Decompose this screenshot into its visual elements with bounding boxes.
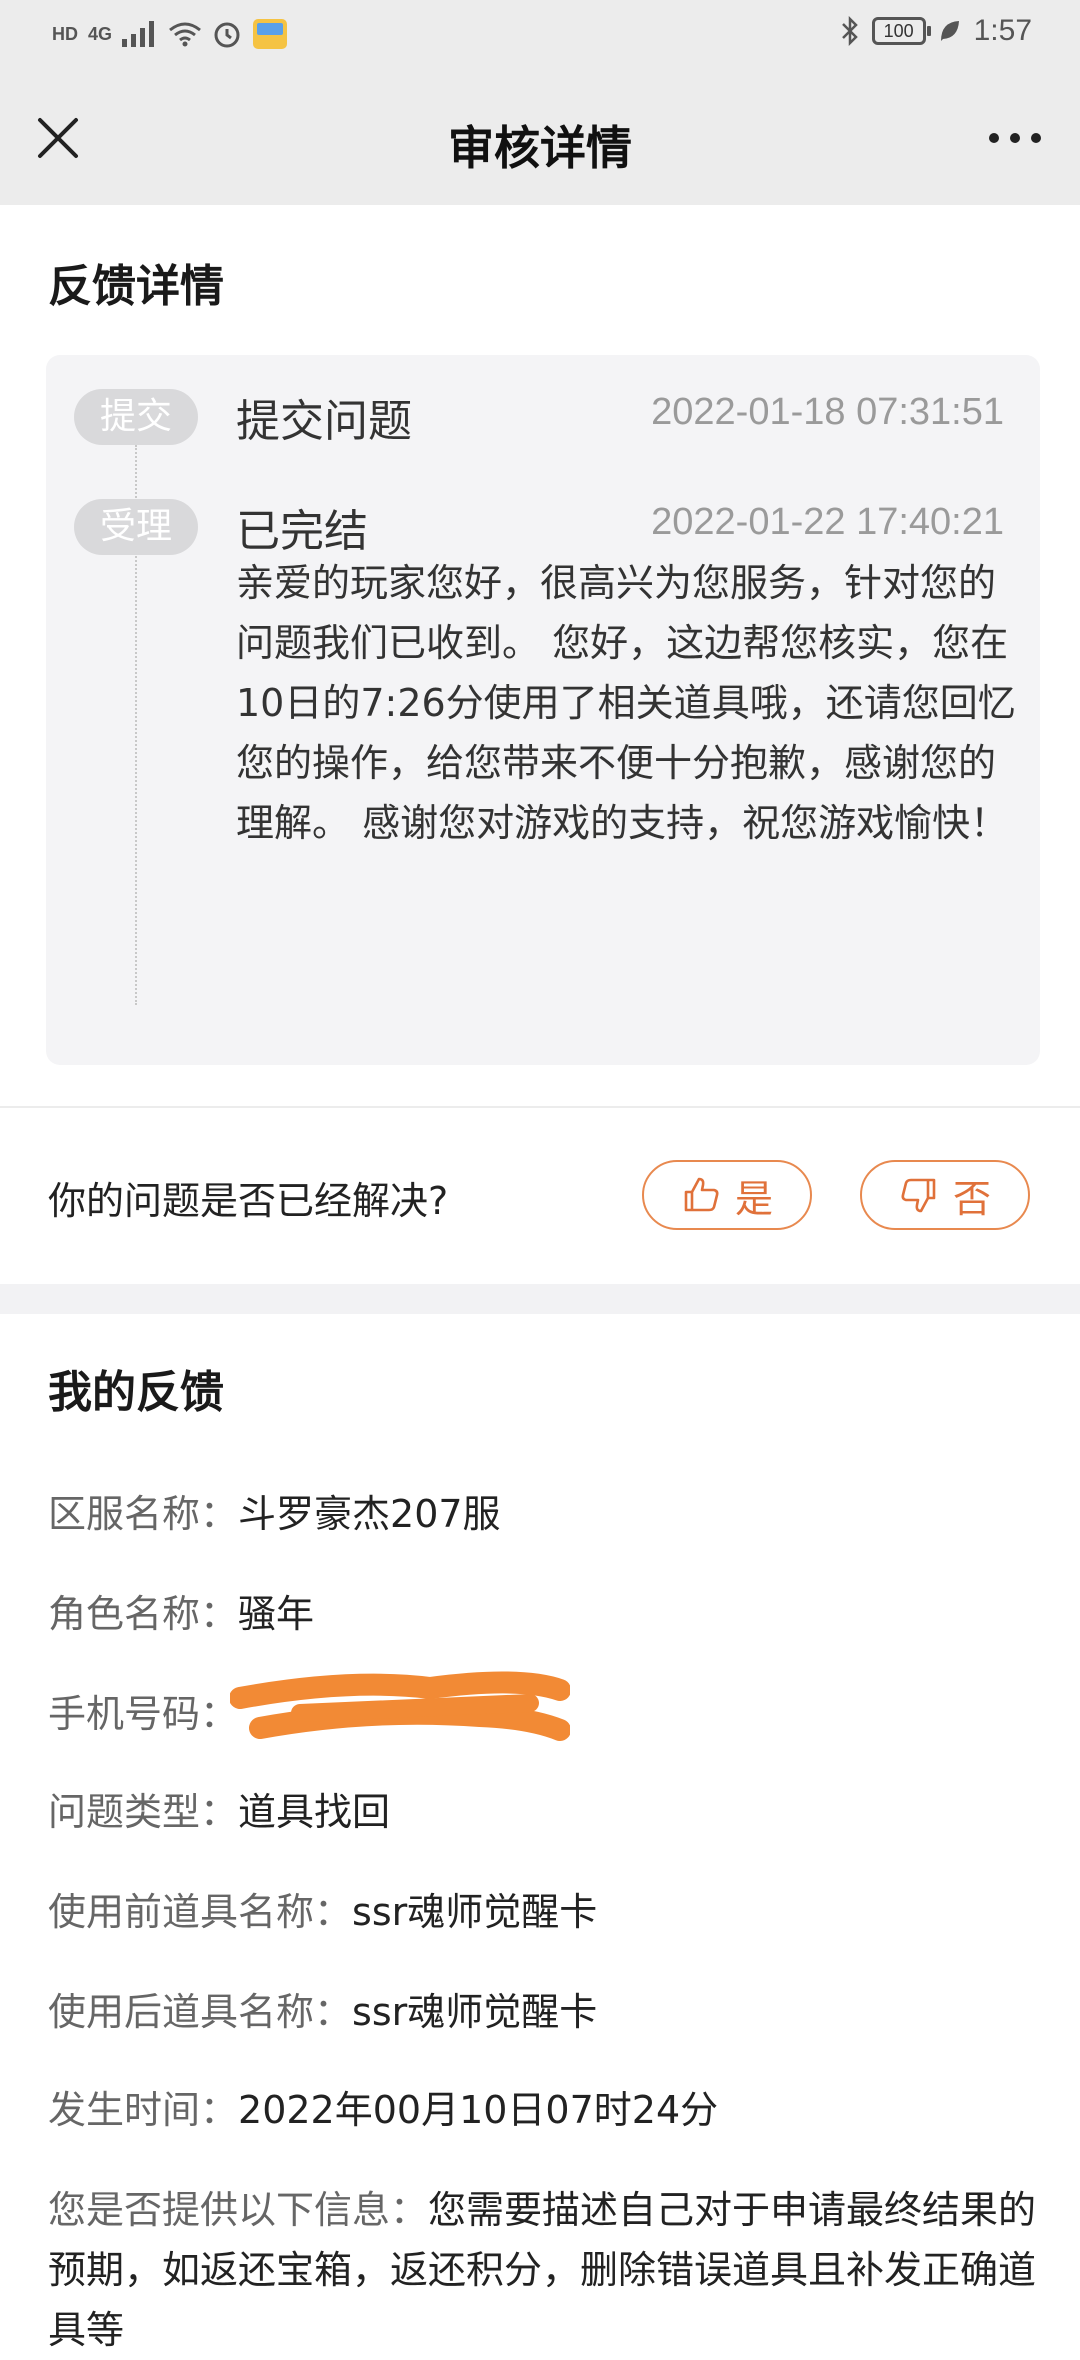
resolution-question: 你的问题是否已经解决? — [48, 1179, 449, 1223]
page-title: 审核详情 — [448, 121, 632, 175]
field-value: 骚年 — [238, 1592, 315, 1636]
resolved-no-label: 否 — [952, 1176, 991, 1221]
status-bar: HD 4G 100 1:57 — [0, 0, 1080, 72]
alarm-icon — [214, 22, 240, 48]
field-item-before: 使用前道具名称：ssr魂师觉醒卡 — [48, 1882, 1038, 1942]
field-value: 道具找回 — [238, 1790, 391, 1834]
my-feedback-heading: 我的反馈 — [48, 1367, 224, 1418]
timeline-badge-submit: 提交 — [74, 389, 198, 445]
timeline-reply-text: 亲爱的玩家您好，很高兴为您服务，针对您的问题我们已收到。 您好，这边帮您核实，您… — [236, 561, 1016, 845]
resolved-yes-label: 是 — [734, 1176, 773, 1221]
field-label: 角色名称： — [48, 1592, 239, 1636]
network-type-indicator: 4G — [88, 23, 113, 44]
status-left-indicators: HD 4G — [52, 18, 288, 50]
field-value: ssr魂师觉醒卡 — [352, 1890, 598, 1934]
field-item-after: 使用后道具名称：ssr魂师觉醒卡 — [48, 1982, 1038, 2042]
field-label: 使用后道具名称： — [48, 1990, 353, 2034]
signal-icon — [122, 21, 155, 47]
redaction-scribble — [230, 1671, 570, 1741]
field-label: 发生时间： — [48, 2088, 239, 2132]
app-notification-icon — [253, 19, 288, 49]
wifi-icon — [169, 22, 201, 47]
field-label: 您是否提供以下信息： — [48, 2188, 429, 2232]
field-role-name: 角色名称：骚年 — [48, 1584, 1038, 1644]
feedback-detail-heading: 反馈详情 — [48, 261, 224, 312]
field-issue-type: 问题类型：道具找回 — [48, 1782, 1038, 1842]
field-server-name: 区服名称：斗罗豪杰207服 — [48, 1484, 1038, 1544]
bluetooth-icon — [841, 15, 858, 47]
thumbs-down-icon — [901, 1178, 936, 1213]
field-label: 问题类型： — [48, 1790, 239, 1834]
field-value: ssr魂师觉醒卡 — [352, 1990, 598, 2034]
section-separator-band — [0, 1284, 1080, 1314]
more-options-icon[interactable] — [980, 108, 1050, 168]
resolved-no-button[interactable]: 否 — [860, 1160, 1030, 1230]
field-label: 使用前道具名称： — [48, 1890, 353, 1934]
leaf-icon — [940, 21, 959, 41]
timeline-card: 提交 提交问题 2022-01-18 07:31:51 受理 已完结 2022-… — [46, 355, 1040, 1065]
field-value: 2022年00月10日07时24分 — [238, 2088, 719, 2132]
section-divider — [0, 1106, 1080, 1108]
field-value: 斗罗豪杰207服 — [238, 1492, 501, 1536]
field-occurred-time: 发生时间：2022年00月10日07时24分 — [48, 2080, 1038, 2140]
field-label: 区服名称： — [48, 1492, 239, 1536]
timeline-title-accept: 已完结 — [236, 506, 368, 557]
timeline-time-submit: 2022-01-18 07:31:51 — [651, 391, 1004, 433]
hd-indicator: HD — [52, 23, 78, 44]
timeline-title-submit: 提交问题 — [236, 396, 412, 447]
timeline-time-accept: 2022-01-22 17:40:21 — [651, 501, 1004, 543]
thumbs-up-icon — [684, 1177, 719, 1212]
field-extra-info: 您是否提供以下信息：您需要描述自己对于申请最终结果的预期，如返还宝箱，返还积分，… — [48, 2180, 1038, 2360]
status-time: 1:57 — [973, 14, 1032, 47]
timeline-badge-accept: 受理 — [74, 499, 198, 555]
app-bar: 审核详情 — [0, 72, 1080, 205]
status-right-indicators: 100 1:57 — [840, 14, 1032, 48]
resolved-yes-button[interactable]: 是 — [642, 1160, 812, 1230]
battery-indicator: 100 — [871, 17, 931, 45]
field-label: 手机号码： — [48, 1692, 239, 1736]
